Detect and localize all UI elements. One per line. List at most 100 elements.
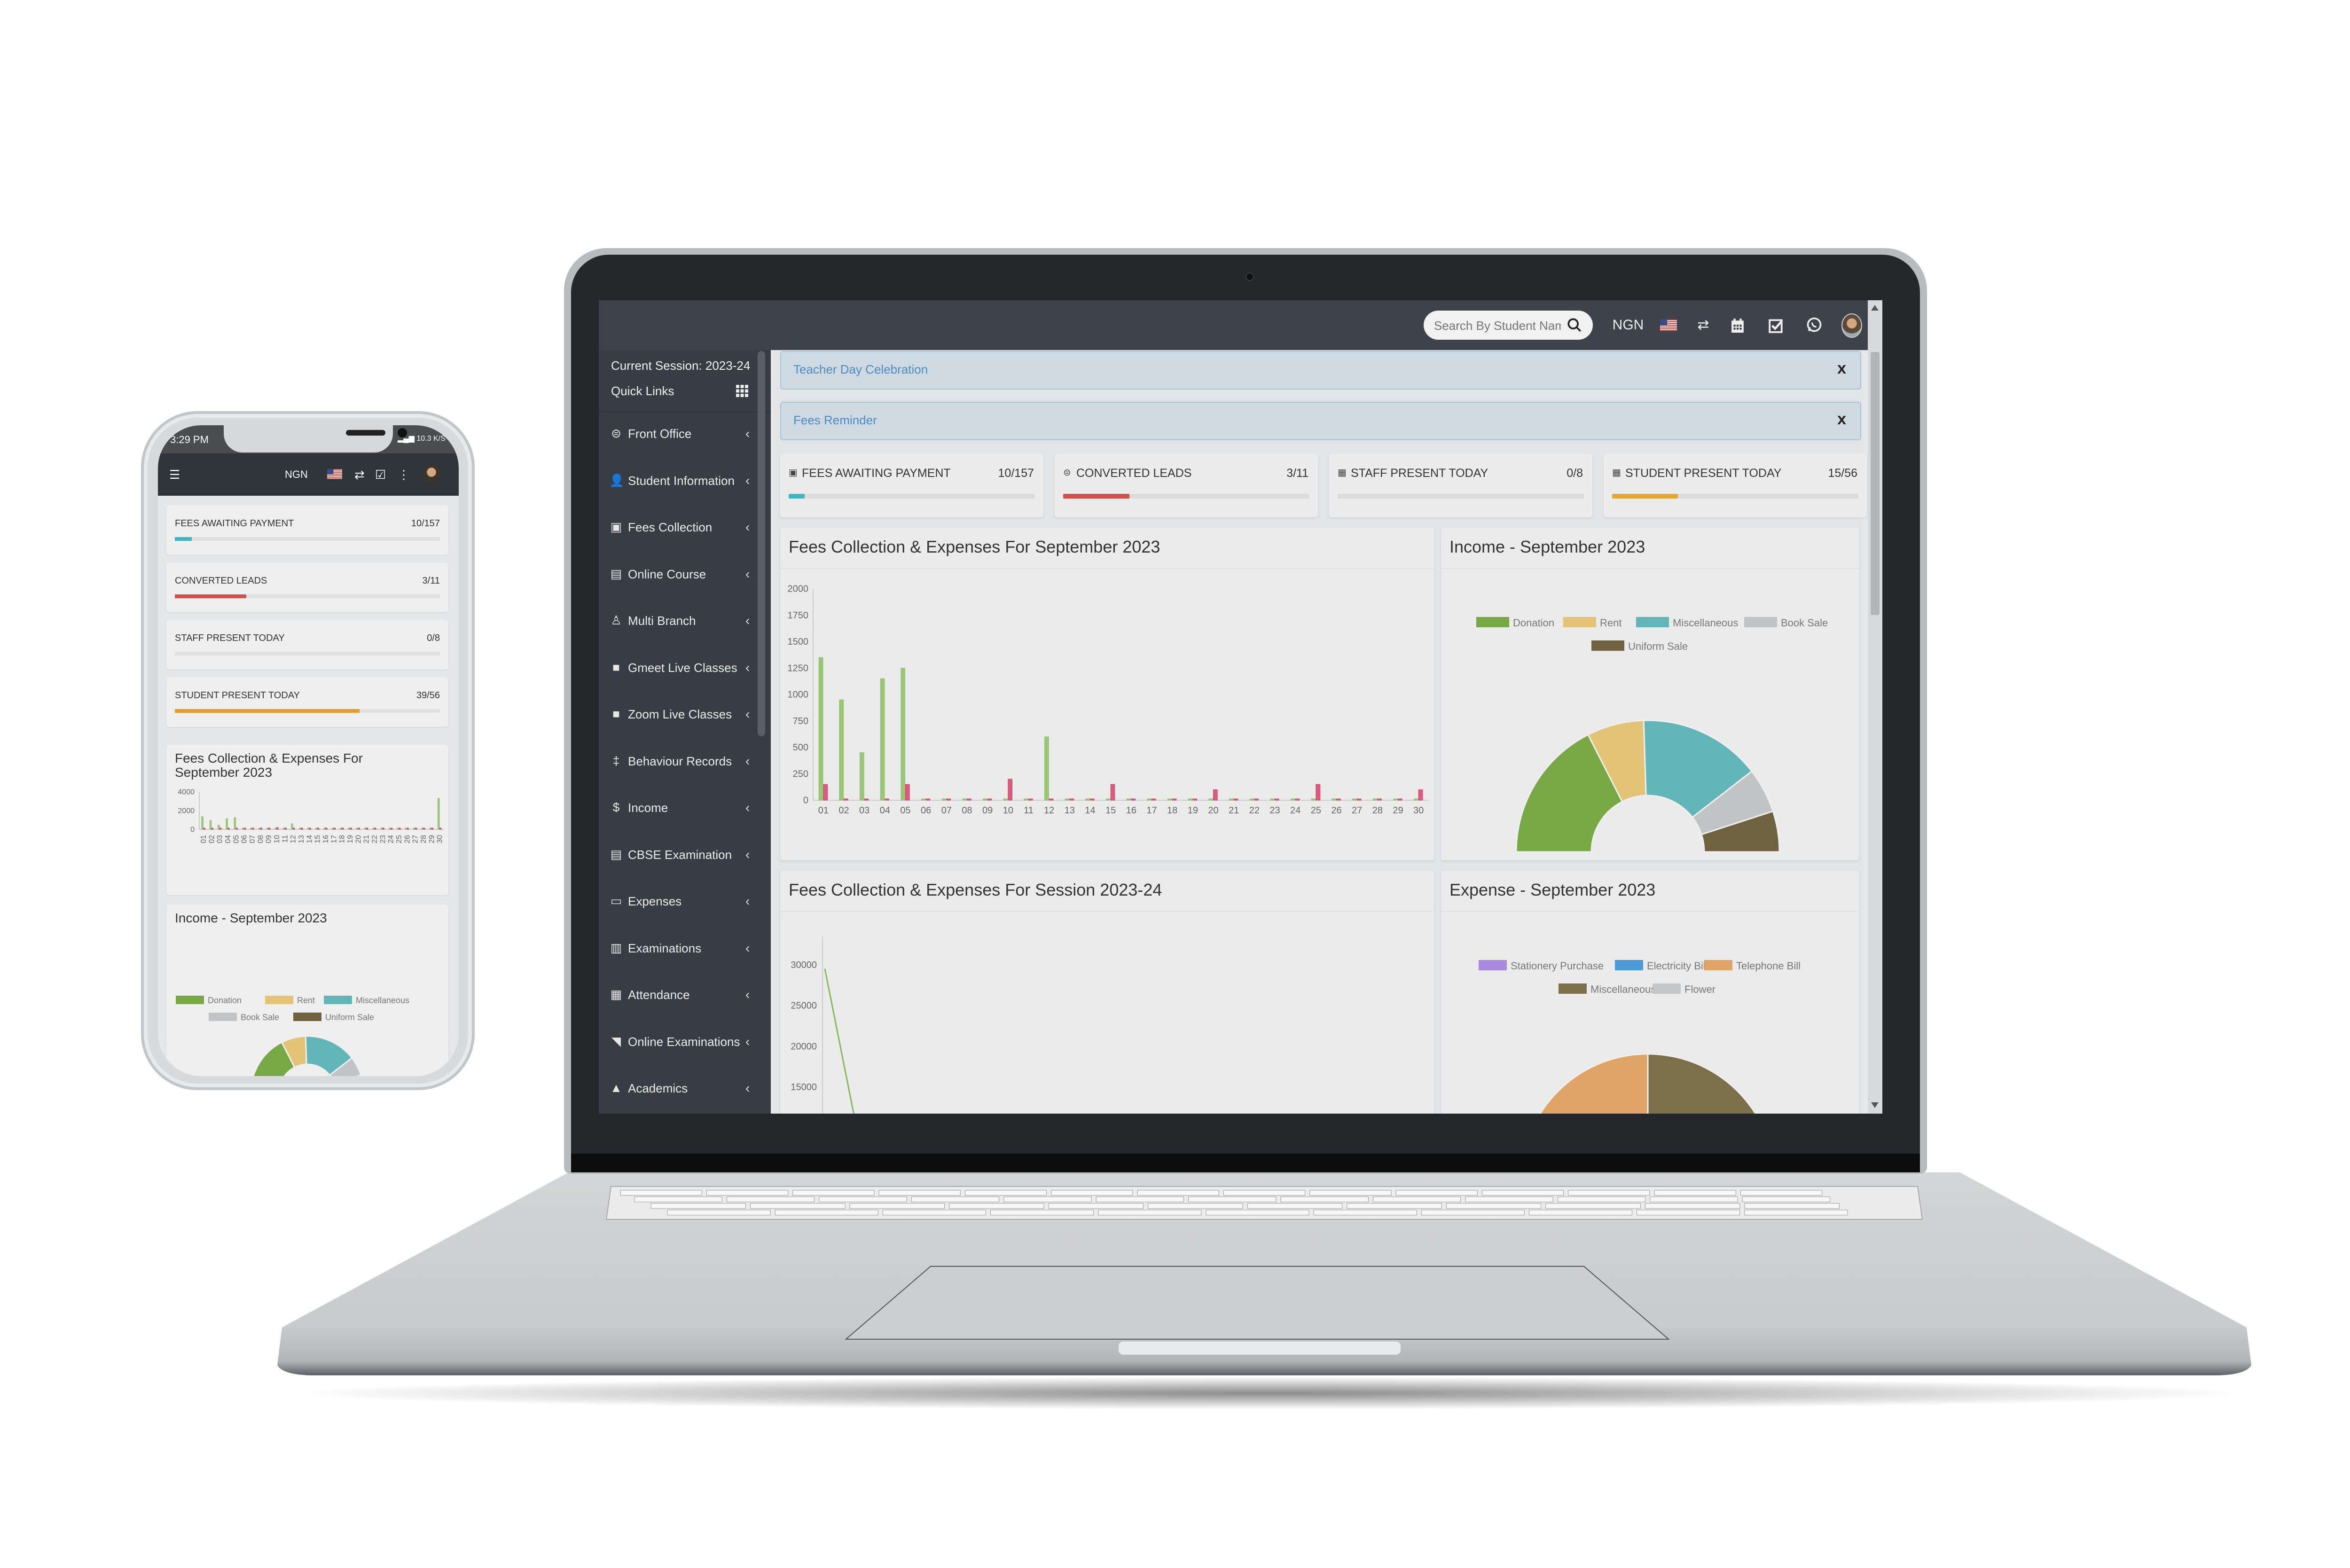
bar-expenses-04[interactable] <box>885 798 889 801</box>
bar-fees-collection-09[interactable] <box>266 827 269 830</box>
bar-expenses-13[interactable] <box>1069 798 1074 801</box>
legend-label[interactable]: Rent <box>297 996 315 1005</box>
legend-label[interactable]: Uniform Sale <box>325 1013 374 1022</box>
bar-expenses-12[interactable] <box>1049 798 1054 801</box>
bar-fees-collection-29[interactable] <box>429 827 432 830</box>
bar-fees-collection-25[interactable] <box>397 827 399 830</box>
bar-fees-collection-11[interactable] <box>282 827 285 830</box>
bar-expenses-07[interactable] <box>946 798 951 801</box>
hamburger-menu-icon[interactable]: ☰ <box>169 467 180 483</box>
legend-label[interactable]: Miscellaneous <box>1673 617 1738 629</box>
bar-expenses-02[interactable] <box>211 827 213 830</box>
bar-expenses-29[interactable] <box>431 827 433 830</box>
bar-expenses-08[interactable] <box>260 827 262 830</box>
bar-expenses-28[interactable] <box>423 827 425 830</box>
bar-fees-collection-10[interactable] <box>1003 798 1008 801</box>
stat-card-staff-present-today[interactable]: ▦ STAFF PRESENT TODAY 0/8 <box>1329 453 1592 517</box>
bar-expenses-27[interactable] <box>415 827 417 830</box>
bar-fees-collection-11[interactable] <box>1024 798 1029 801</box>
bar-fees-collection-30[interactable] <box>1414 798 1418 801</box>
phone-stat-card[interactable]: STAFF PRESENT TODAY 0/8 <box>166 620 448 670</box>
bar-fees-collection-19[interactable] <box>1188 798 1193 801</box>
checklist-icon[interactable] <box>1768 317 1784 334</box>
sidebar-item-behaviour-records[interactable]: ‡ Behaviour Records ‹ <box>599 743 759 781</box>
legend-label[interactable]: Uniform Sale <box>1628 640 1688 652</box>
bar-fees-collection-15[interactable] <box>1106 798 1111 801</box>
notice-title[interactable]: Fees Reminder <box>793 413 877 428</box>
bar-expenses-09[interactable] <box>268 827 271 830</box>
bar-expenses-15[interactable] <box>1110 784 1115 801</box>
sidebar-item-attendance[interactable]: ▦ Attendance ‹ <box>599 977 759 1014</box>
bar-expenses-25[interactable] <box>1316 784 1320 801</box>
bar-fees-collection-12[interactable] <box>1044 736 1049 801</box>
bar-expenses-06[interactable] <box>243 827 246 830</box>
currency-selector[interactable]: NGN <box>285 467 308 483</box>
scroll-up-icon[interactable] <box>1871 305 1879 311</box>
bar-fees-collection-02[interactable] <box>839 699 844 801</box>
bar-fees-collection-18[interactable] <box>340 827 342 830</box>
notice-title[interactable]: Teacher Day Celebration <box>793 362 928 377</box>
sidebar-item-income[interactable]: $ Income ‹ <box>599 790 759 827</box>
bar-fees-collection-21[interactable] <box>364 827 367 830</box>
trackpad[interactable] <box>845 1266 1670 1340</box>
bar-fees-collection-09[interactable] <box>983 798 987 801</box>
bar-expenses-22[interactable] <box>1254 798 1259 801</box>
bar-fees-collection-26[interactable] <box>1332 798 1337 801</box>
bar-expenses-22[interactable] <box>374 827 376 830</box>
bar-expenses-21[interactable] <box>366 827 368 830</box>
phone-stat-card[interactable]: STUDENT PRESENT TODAY 39/56 <box>166 677 448 727</box>
more-options-icon[interactable]: ⋮ <box>398 467 410 483</box>
bar-expenses-28[interactable] <box>1377 798 1382 801</box>
search-input[interactable] <box>1433 317 1562 334</box>
phone-stat-card[interactable]: FEES AWAITING PAYMENT 10/157 <box>166 505 448 555</box>
bar-expenses-05[interactable] <box>235 827 238 830</box>
bar-fees-collection-16[interactable] <box>323 827 326 830</box>
bar-expenses-14[interactable] <box>309 827 311 830</box>
bar-fees-collection-14[interactable] <box>307 827 310 830</box>
user-avatar[interactable] <box>423 465 440 484</box>
bar-fees-collection-06[interactable] <box>242 827 244 830</box>
bar-fees-collection-05[interactable] <box>234 817 236 830</box>
bar-expenses-24[interactable] <box>1295 798 1300 801</box>
sidebar-item-front-office[interactable]: ⊜ Front Office ‹ <box>599 416 759 453</box>
bar-fees-collection-04[interactable] <box>226 818 228 830</box>
bar-fees-collection-01[interactable] <box>818 657 823 801</box>
switch-icon[interactable]: ⇄ <box>354 467 365 483</box>
legend-label[interactable]: Book Sale <box>241 1013 279 1022</box>
bar-expenses-24[interactable] <box>390 827 393 830</box>
bar-fees-collection-20[interactable] <box>356 827 359 830</box>
bar-expenses-10[interactable] <box>1008 779 1012 801</box>
sidebar-item-multi-branch[interactable]: ♙ Multi Branch ‹ <box>599 603 759 640</box>
sidebar-item-academics[interactable]: ▲ Academics ‹ <box>599 1070 759 1108</box>
sidebar-item-expenses[interactable]: ▭ Expenses ‹ <box>599 883 759 921</box>
bar-fees-collection-23[interactable] <box>380 827 383 830</box>
bar-expenses-30[interactable] <box>439 827 442 830</box>
student-search[interactable] <box>1424 311 1593 340</box>
legend-label[interactable]: Miscellaneous <box>1590 983 1656 995</box>
sidebar-item-cbse-examination[interactable]: ▤ CBSE Examination ‹ <box>599 837 759 874</box>
legend-label[interactable]: Miscellaneous <box>356 996 409 1005</box>
bar-expenses-03[interactable] <box>219 827 222 830</box>
bar-fees-collection-22[interactable] <box>372 827 375 830</box>
notice-teacher-day[interactable]: Teacher Day Celebration x <box>780 351 1861 390</box>
bar-fees-collection-21[interactable] <box>1229 798 1234 801</box>
bar-expenses-15[interactable] <box>317 827 320 830</box>
phone-stat-card[interactable]: CONVERTED LEADS 3/11 <box>166 562 448 612</box>
calendar-icon[interactable] <box>1731 316 1745 335</box>
bar-fees-collection-07[interactable] <box>250 827 252 830</box>
bar-fees-collection-15[interactable] <box>315 827 318 830</box>
bar-expenses-12[interactable] <box>292 827 295 830</box>
bar-fees-collection-07[interactable] <box>941 798 947 801</box>
bar-fees-collection-02[interactable] <box>209 820 212 830</box>
legend-label[interactable]: Stationery Purchase <box>1511 960 1604 972</box>
bar-expenses-19[interactable] <box>350 827 352 830</box>
scroll-thumb[interactable] <box>1871 352 1880 615</box>
bar-fees-collection-23[interactable] <box>1270 798 1275 801</box>
bar-fees-collection-06[interactable] <box>921 798 926 801</box>
bar-fees-collection-20[interactable] <box>1208 798 1214 801</box>
close-icon[interactable]: x <box>1837 410 1846 429</box>
bar-expenses-18[interactable] <box>341 827 344 830</box>
bar-fees-collection-13[interactable] <box>299 827 301 830</box>
bar-expenses-20[interactable] <box>1213 789 1218 801</box>
bar-fees-collection-04[interactable] <box>880 678 885 801</box>
